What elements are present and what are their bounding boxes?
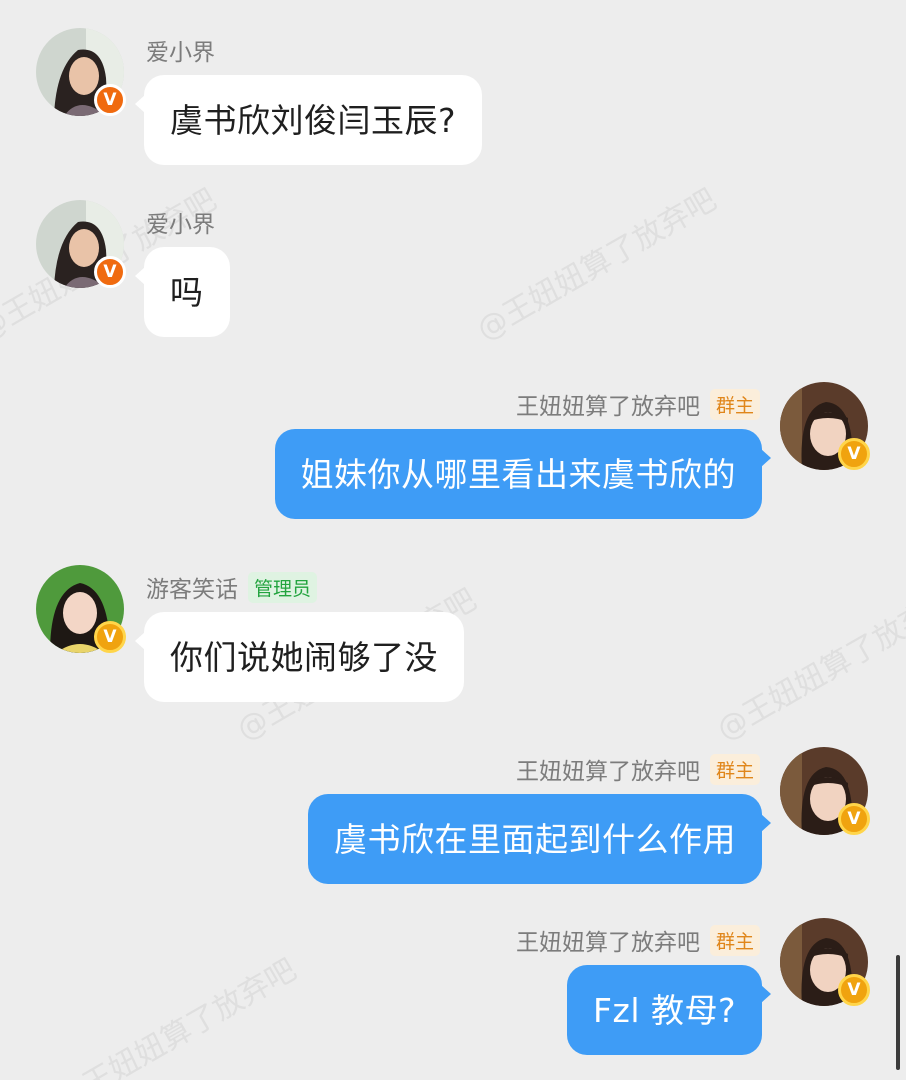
chat-view[interactable]: @王妞妞算了放弃吧 @王妞妞算了放弃吧 @王妞妞算了放弃吧 @王妞妞算了放弃吧 … xyxy=(0,0,906,1080)
message-bubble[interactable]: 你们说她闹够了没 xyxy=(135,612,464,702)
watermark: @王妞妞算了放弃吧 xyxy=(471,182,723,348)
sender-info: 王妞妞算了放弃吧 群主 xyxy=(516,387,760,421)
role-tag: 群主 xyxy=(709,753,760,785)
sender-info: 爱小界 xyxy=(146,33,215,67)
verified-badge-icon: V xyxy=(94,621,126,653)
sender-name: 王妞妞算了放弃吧 xyxy=(515,759,700,785)
role-tag: 群主 xyxy=(709,924,760,956)
sender-info: 爱小界 xyxy=(146,205,215,239)
message-bubble[interactable]: 吗 xyxy=(135,247,230,337)
verified-badge-icon: V xyxy=(94,256,126,288)
message-bubble[interactable]: 姐妹你从哪里看出来虞书欣的 xyxy=(274,429,771,519)
watermark: @王妞妞算了放弃吧 xyxy=(711,582,906,748)
sender-info: 王妞妞算了放弃吧 群主 xyxy=(516,752,760,786)
sender-avatar[interactable]: V xyxy=(36,565,126,653)
sender-name: 游客笑话 xyxy=(146,577,238,603)
sender-avatar[interactable]: V xyxy=(780,382,870,470)
sender-avatar[interactable]: V xyxy=(36,200,126,288)
sender-name: 爱小界 xyxy=(146,212,215,238)
verified-badge-icon: V xyxy=(838,974,870,1006)
verified-badge-icon: V xyxy=(838,803,870,835)
message-bubble[interactable]: 虞书欣在里面起到什么作用 xyxy=(308,794,771,884)
sender-avatar[interactable]: V xyxy=(780,747,870,835)
verified-badge-icon: V xyxy=(94,84,126,116)
sender-name: 爱小界 xyxy=(146,40,215,66)
sender-name: 王妞妞算了放弃吧 xyxy=(515,394,700,420)
watermark: @王妞妞算了放弃吧 xyxy=(51,952,303,1080)
sender-info: 游客笑话 管理员 xyxy=(146,570,318,604)
sender-info: 王妞妞算了放弃吧 群主 xyxy=(516,923,760,957)
sender-avatar[interactable]: V xyxy=(780,918,870,1006)
message-bubble[interactable]: 虞书欣刘俊闫玉辰? xyxy=(134,75,483,165)
role-tag: 管理员 xyxy=(248,571,318,603)
verified-badge-icon: V xyxy=(838,438,870,470)
role-tag: 群主 xyxy=(709,388,760,420)
sender-avatar[interactable]: V xyxy=(36,28,126,116)
sender-name: 王妞妞算了放弃吧 xyxy=(515,930,700,956)
scrollbar[interactable] xyxy=(896,955,900,1070)
message-bubble[interactable]: Fzl 教母? xyxy=(567,965,771,1055)
